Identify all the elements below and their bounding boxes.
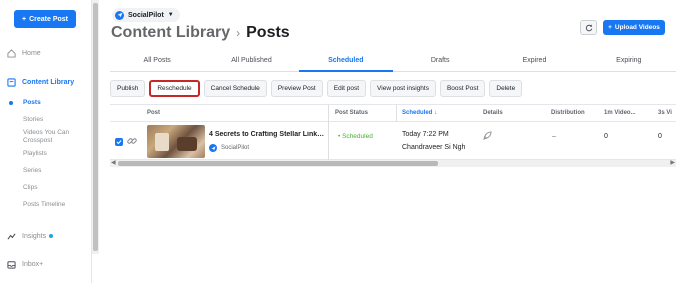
link-icon[interactable] bbox=[127, 136, 137, 148]
row-checkbox[interactable] bbox=[115, 138, 123, 146]
sidebar-item-insights[interactable]: Insights bbox=[6, 231, 54, 241]
scheduled-by: Chandraveer Si Ngh bbox=[402, 144, 466, 151]
status-badge: • Scheduled bbox=[338, 133, 373, 140]
scheduled-time: Today 7:22 PM bbox=[402, 131, 449, 138]
column-header-1m-video[interactable]: 1m Video... bbox=[604, 110, 636, 116]
status-text: Scheduled bbox=[342, 133, 373, 140]
content-tabs: All Posts All Published Scheduled Drafts… bbox=[110, 50, 676, 72]
column-header-details[interactable]: Details bbox=[483, 110, 503, 116]
plus-icon: + bbox=[608, 24, 612, 31]
scrollbar-thumb[interactable] bbox=[118, 161, 438, 166]
column-header-post[interactable]: Post bbox=[147, 110, 160, 116]
tab-all-posts[interactable]: All Posts bbox=[110, 50, 204, 71]
column-header-post-status[interactable]: Post Status bbox=[335, 110, 368, 116]
sidebar-item-content-library[interactable]: Content Library bbox=[6, 77, 74, 87]
sidebar-sub-label: Videos You Can bbox=[23, 129, 70, 136]
upload-label: Upload Videos bbox=[614, 24, 660, 31]
tab-drafts[interactable]: Drafts bbox=[393, 50, 487, 71]
preview-post-button[interactable]: Preview Post bbox=[270, 80, 323, 97]
breadcrumb-separator: › bbox=[236, 26, 241, 40]
column-divider bbox=[328, 105, 329, 122]
caret-down-icon: ▼ bbox=[167, 12, 174, 18]
column-header-distribution[interactable]: Distribution bbox=[551, 110, 585, 116]
boost-post-button[interactable]: Boost Post bbox=[439, 80, 486, 97]
sidebar-sub-posts[interactable]: Posts bbox=[23, 99, 41, 107]
inbox-icon bbox=[6, 259, 16, 269]
post-thumbnail[interactable] bbox=[147, 125, 205, 158]
horizontal-scrollbar[interactable]: ◀ ▶ bbox=[110, 160, 676, 167]
sidebar-item-label: Content Library bbox=[22, 78, 75, 86]
post-source-name: SocialPilot bbox=[221, 145, 250, 151]
sidebar-sub-playlists[interactable]: Playlists bbox=[23, 150, 47, 158]
edit-post-button[interactable]: Edit post bbox=[326, 80, 367, 97]
notification-dot bbox=[49, 234, 54, 238]
page-title: Content Library › Posts bbox=[111, 24, 290, 42]
column-divider bbox=[328, 122, 329, 160]
distribution-value: – bbox=[552, 133, 556, 140]
library-icon bbox=[6, 77, 16, 87]
views-3s-value: 0 bbox=[658, 133, 662, 140]
create-post-button[interactable]: + Create Post bbox=[14, 10, 76, 28]
socialpilot-logo-icon bbox=[115, 10, 124, 20]
publish-button[interactable]: Publish bbox=[110, 80, 146, 97]
sidebar-scrollbar[interactable] bbox=[92, 0, 99, 254]
scrollbar-thumb[interactable] bbox=[93, 3, 98, 251]
table-header: Post Post Status Scheduled ↓ Details Dis… bbox=[110, 104, 676, 122]
cancel-schedule-button[interactable]: Cancel Schedule bbox=[203, 80, 267, 97]
sidebar-sub-videos-crosspost[interactable]: Videos You Can Crosspost bbox=[23, 129, 69, 145]
sidebar-item-label: Insights bbox=[22, 232, 47, 240]
post-source: SocialPilot bbox=[209, 144, 249, 152]
delete-button[interactable]: Delete bbox=[489, 80, 523, 97]
views-1m-value: 0 bbox=[604, 133, 608, 140]
breadcrumb-content-library[interactable]: Content Library bbox=[111, 24, 230, 42]
post-title[interactable]: 4 Secrets to Crafting Stellar LinkedIn .… bbox=[209, 131, 327, 138]
tab-all-published[interactable]: All Published bbox=[204, 50, 298, 71]
table-row[interactable]: 4 Secrets to Crafting Stellar LinkedIn .… bbox=[110, 122, 676, 160]
sidebar-item-inbox[interactable]: Inbox+ bbox=[6, 259, 43, 269]
tab-expiring[interactable]: Expiring bbox=[582, 50, 676, 71]
sidebar-sub-clips[interactable]: Clips bbox=[23, 184, 37, 192]
main-content: SocialPilot ▼ Content Library › Posts + … bbox=[100, 0, 684, 283]
reschedule-button[interactable]: Reschedule bbox=[149, 80, 200, 97]
home-icon bbox=[6, 48, 16, 58]
breadcrumb-current: Posts bbox=[246, 24, 290, 41]
bulk-actions-toolbar: Publish Reschedule Cancel Schedule Previ… bbox=[110, 80, 523, 97]
tab-scheduled[interactable]: Scheduled bbox=[298, 50, 394, 72]
status-dot-icon: • bbox=[338, 133, 341, 140]
sidebar-item-home[interactable]: Home bbox=[6, 48, 41, 58]
column-divider bbox=[396, 105, 397, 122]
create-post-label: Create Post bbox=[29, 15, 68, 23]
scroll-left-arrow-icon[interactable]: ◀ bbox=[111, 160, 116, 167]
account-selector[interactable]: SocialPilot ▼ bbox=[112, 8, 180, 22]
sidebar-sub-stories[interactable]: Stories bbox=[23, 116, 43, 124]
column-header-3s-video[interactable]: 3s Vi bbox=[658, 110, 672, 116]
sidebar-sub-series[interactable]: Series bbox=[23, 167, 41, 175]
active-bullet bbox=[9, 101, 13, 105]
view-post-insights-button[interactable]: View post insights bbox=[370, 80, 436, 97]
plus-icon: + bbox=[22, 15, 27, 23]
chart-line-icon bbox=[6, 231, 16, 241]
socialpilot-logo-icon bbox=[209, 144, 217, 152]
checkmark-icon bbox=[116, 140, 122, 145]
scroll-right-arrow-icon[interactable]: ▶ bbox=[670, 160, 675, 167]
account-name: SocialPilot bbox=[128, 11, 164, 19]
sidebar: + Create Post Home Content Library Posts… bbox=[0, 0, 92, 283]
sidebar-sub-posts-timeline[interactable]: Posts Timeline bbox=[23, 201, 65, 209]
boost-rocket-icon[interactable] bbox=[483, 131, 492, 142]
refresh-button[interactable] bbox=[580, 20, 597, 35]
column-header-scheduled[interactable]: Scheduled ↓ bbox=[402, 110, 437, 116]
tab-expired[interactable]: Expired bbox=[487, 50, 581, 71]
sidebar-sub-label: Crosspost bbox=[23, 137, 53, 144]
refresh-icon bbox=[585, 23, 592, 31]
upload-videos-button[interactable]: + Upload Videos bbox=[603, 20, 665, 35]
sidebar-item-label: Inbox+ bbox=[22, 260, 44, 268]
sidebar-item-label: Home bbox=[22, 49, 41, 57]
